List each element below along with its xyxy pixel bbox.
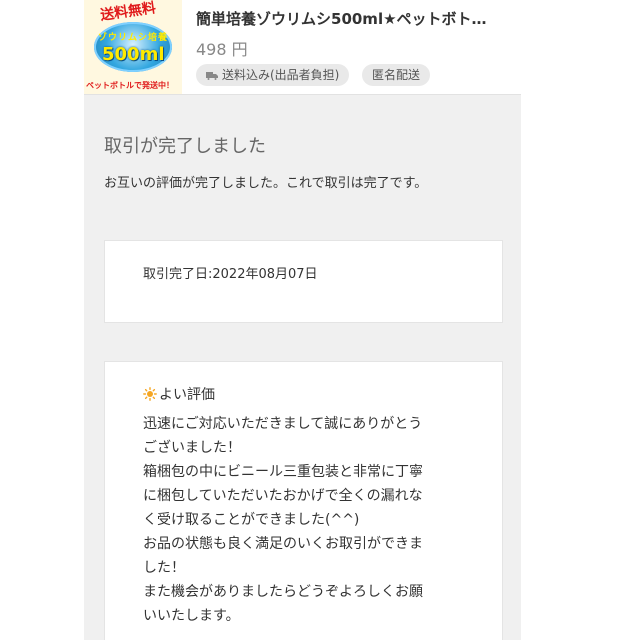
transaction-complete-heading: 取引が完了しました: [104, 136, 266, 157]
truck-icon: [206, 72, 218, 80]
anonymous-shipping-chip: 匿名配送: [362, 64, 431, 86]
item-thumbnail[interactable]: 送料無料 ゾウリムシ培養 500ml ペットボトルで発送中！: [84, 0, 182, 94]
transaction-screen: 送料無料 ゾウリムシ培養 500ml ペットボトルで発送中！ 簡単培養ゾウリムシ…: [84, 0, 521, 640]
review-card: よい評価 迅速にご対応いただきまして誠にありがとう ございました！ 箱梱包の中に…: [104, 361, 503, 640]
thumbnail-subtitle-text: ゾウリムシ培養: [98, 33, 169, 43]
shipping-included-label: 送料込み(出品者負担): [222, 68, 340, 82]
shipping-included-chip: 送料込み(出品者負担): [196, 64, 350, 86]
transaction-complete-message: お互いの評価が完了しました。これで取引は完了です。: [104, 176, 428, 191]
review-rating: よい評価: [143, 384, 215, 404]
thumbnail-volume-text: 500ml: [102, 44, 165, 65]
thumbnail-shipping-text: ペットボトルで発送中！: [86, 81, 174, 90]
anonymous-shipping-label: 匿名配送: [372, 68, 421, 82]
thumbnail-free-shipping-text: 送料無料: [99, 0, 157, 24]
sun-icon: [143, 387, 157, 401]
review-comment: 迅速にご対応いただきまして誠にありがとう ございました！ 箱梱包の中にビニール三…: [143, 416, 423, 624]
item-summary-header[interactable]: 送料無料 ゾウリムシ培養 500ml ペットボトルで発送中！ 簡単培養ゾウリムシ…: [84, 0, 521, 95]
completion-date-card: 取引完了日:2022年08月07日: [104, 240, 503, 323]
item-title[interactable]: 簡単培養ゾウリムシ500ml★ペットボト…: [196, 8, 514, 29]
review-rating-label: よい評価: [159, 387, 215, 403]
completion-date: 取引完了日:2022年08月07日: [143, 267, 318, 282]
item-price: 498 円: [196, 40, 248, 59]
